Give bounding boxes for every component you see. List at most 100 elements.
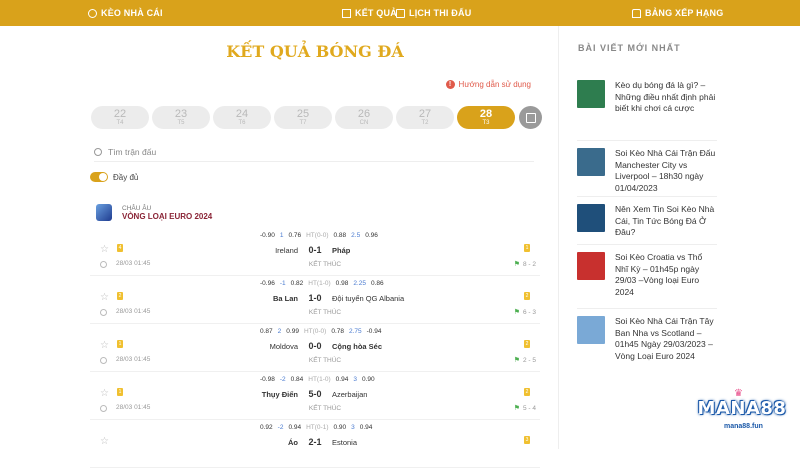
home-team: Moldova <box>269 341 298 351</box>
date-tab[interactable]: 26 CN <box>335 106 393 129</box>
odds-value: 0.94 <box>359 424 373 431</box>
favorite-star-icon[interactable]: ☆ <box>100 388 109 399</box>
over-under-value: 2.25 <box>353 280 366 287</box>
sidebar-post[interactable]: Soi Kèo Nhà Cái Trận Đấu Manchester City… <box>577 148 717 194</box>
date-day: 24 <box>235 108 249 120</box>
match-row[interactable]: ☆ 1 -0.98 -2 0.84 HT(1-0) 0.94 3 0.90 Thụy Điển 5-… <box>90 372 540 420</box>
date-weekday: T7 <box>299 120 307 126</box>
odds-line: 0.92 -2 0.94 HT(0-1) 0.90 3 0.94 <box>260 424 420 431</box>
corner-stats: ⚑ 6 - 3 <box>514 308 536 317</box>
date-day: 27 <box>418 108 432 120</box>
match-list: ☆ 4 -0.90 1 0.76 HT(0-0) 0.88 2.5 0.96 Ireland 0-1… <box>90 228 540 468</box>
post-title[interactable]: Soi Kèo Nhà Cái Trận Đấu Manchester City… <box>615 148 717 194</box>
nav-results[interactable]: KẾT QUẢ <box>342 0 397 26</box>
odds-value: 0.98 <box>335 280 349 287</box>
post-title[interactable]: Nên Xem Tin Soi Kèo Nhà Cái, Tin Tức Bón… <box>615 204 717 239</box>
divider <box>577 196 717 197</box>
search-input[interactable]: Tìm trận đấu <box>108 147 156 157</box>
sidebar-post[interactable]: Soi Kèo Nhà Cái Trận Tây Ban Nha vs Scot… <box>577 316 717 362</box>
yellow-card-count: 1 <box>117 340 123 348</box>
match-row[interactable]: ☆ 0.92 -2 0.94 HT(0-1) 0.90 3 0.94 Áo 2-1 Estonia 3 <box>90 420 540 468</box>
full-toggle[interactable] <box>90 172 108 182</box>
post-title[interactable]: Soi Kèo Croatia vs Thổ Nhĩ Kỳ – 01h45p n… <box>615 252 717 298</box>
halftime-score: HT(1-0) <box>308 280 331 287</box>
yellow-card-count: 2 <box>117 292 123 300</box>
handicap-value: -2 <box>279 376 286 383</box>
odds-line: -0.90 1 0.76 HT(0-0) 0.88 2.5 0.96 <box>260 232 420 239</box>
post-thumbnail[interactable] <box>577 148 605 176</box>
odds-value: 0.82 <box>290 280 304 287</box>
date-weekday: T3 <box>482 120 490 126</box>
odds-value: 0.84 <box>290 376 304 383</box>
nav-rankings-label: BẢNG XẾP HẠNG <box>645 8 724 18</box>
away-team: Azerbaijan <box>332 389 368 399</box>
match-status: KẾT THÚC <box>308 357 342 364</box>
brand-logo-text: MANA88 <box>697 398 787 419</box>
post-thumbnail[interactable] <box>577 316 605 344</box>
date-tab[interactable]: 28 T3 <box>457 106 515 129</box>
handicap-value: -1 <box>279 280 286 287</box>
post-thumbnail[interactable] <box>577 204 605 232</box>
halftime-score: HT(1-0) <box>308 376 331 383</box>
date-day: 22 <box>113 108 127 120</box>
clock-icon <box>100 405 107 412</box>
favorite-star-icon[interactable]: ☆ <box>100 436 109 447</box>
sidebar-post[interactable]: Soi Kèo Croatia vs Thổ Nhĩ Kỳ – 01h45p n… <box>577 252 717 298</box>
halftime-score: HT(0-0) <box>303 328 327 335</box>
search-bar[interactable]: Tìm trận đấu <box>94 142 534 162</box>
date-tab[interactable]: 23 T5 <box>152 106 210 129</box>
calendar-picker-button[interactable] <box>519 106 542 129</box>
post-thumbnail[interactable] <box>577 252 605 280</box>
calendar-icon <box>396 8 405 18</box>
match-status: KẾT THÚC <box>308 405 342 412</box>
post-title[interactable]: Kèo dụ bóng đá là gì? – Những điều nhất … <box>615 80 717 115</box>
divider <box>577 140 717 141</box>
yellow-card-count: 2 <box>524 388 530 396</box>
guide-link[interactable]: ! Hướng dẫn sử dụng <box>445 80 531 89</box>
date-day: 23 <box>174 108 188 120</box>
nav-rankings[interactable]: BẢNG XẾP HẠNG <box>632 0 723 26</box>
nav-bookmakers-label: KÈO NHÀ CÁI <box>101 8 163 18</box>
sidebar-post[interactable]: Nên Xem Tin Soi Kèo Nhà Cái, Tin Tức Bón… <box>577 204 717 239</box>
date-tab[interactable]: 22 T4 <box>91 106 149 129</box>
odds-value: -0.94 <box>366 328 382 335</box>
nav-bookmakers[interactable]: KÈO NHÀ CÁI <box>88 0 163 26</box>
favorite-star-icon[interactable]: ☆ <box>100 244 109 255</box>
away-team: Pháp <box>332 245 351 255</box>
corner-stats: ⚑ 2 - 5 <box>513 356 536 365</box>
match-row[interactable]: ☆ 2 -0.96 -1 0.82 HT(1-0) 0.98 2.25 0.86 Ba Lan 1-… <box>90 276 540 324</box>
nav-schedule[interactable]: LỊCH THI ĐẤU <box>396 0 471 26</box>
league-header[interactable]: CHÂU ÂU VÒNG LOẠI EURO 2024 <box>96 204 212 221</box>
halftime-score: HT(0-0) <box>306 232 329 239</box>
corner-count: 5 - 4 <box>522 404 536 412</box>
away-team: Estonia <box>332 437 358 447</box>
date-day: 25 <box>296 108 310 120</box>
post-thumbnail[interactable] <box>577 80 605 108</box>
corner-flag-icon: ⚑ <box>513 357 520 364</box>
brand-logo: ♛ MANA88 mana88.fun <box>694 388 790 438</box>
match-score: 0-0 <box>308 341 322 351</box>
sidebar-post[interactable]: Kèo dụ bóng đá là gì? – Những điều nhất … <box>577 80 717 115</box>
date-day: 26 <box>357 108 371 120</box>
full-toggle-row: Đầy đủ <box>90 172 138 182</box>
date-tab[interactable]: 25 T7 <box>274 106 332 129</box>
match-time: 28/03 01:45 <box>116 308 151 315</box>
post-title[interactable]: Soi Kèo Nhà Cái Trận Tây Ban Nha vs Scot… <box>615 316 717 362</box>
match-row[interactable]: ☆ 1 0.87 2 0.99 HT(0-0) 0.78 2.75 -0.94 Moldova 0-… <box>90 324 540 372</box>
date-tab[interactable]: 24 T6 <box>213 106 271 129</box>
full-toggle-label: Đầy đủ <box>113 172 139 182</box>
favorite-star-icon[interactable]: ☆ <box>100 340 109 351</box>
clock-icon <box>100 309 107 316</box>
match-row[interactable]: ☆ 4 -0.90 1 0.76 HT(0-0) 0.88 2.5 0.96 Ireland 0-1… <box>90 228 540 276</box>
page-title: KẾT QUẢ BÓNG ĐÁ <box>226 42 404 61</box>
odds-line: -0.98 -2 0.84 HT(1-0) 0.94 3 0.90 <box>260 376 420 383</box>
date-weekday: T4 <box>116 120 124 126</box>
match-teams: Moldova 0-0 Cộng hòa Séc <box>185 341 445 351</box>
yellow-card-count: 2 <box>524 340 530 348</box>
match-teams: Ba Lan 1-0 Đội tuyển QG Albania <box>185 293 445 303</box>
guide-link-label: Hướng dẫn sử dụng <box>458 80 531 89</box>
yellow-card-count: 1 <box>117 388 123 396</box>
favorite-star-icon[interactable]: ☆ <box>100 292 109 303</box>
date-tab[interactable]: 27 T2 <box>396 106 454 129</box>
home-team: Ba Lan <box>272 293 298 303</box>
